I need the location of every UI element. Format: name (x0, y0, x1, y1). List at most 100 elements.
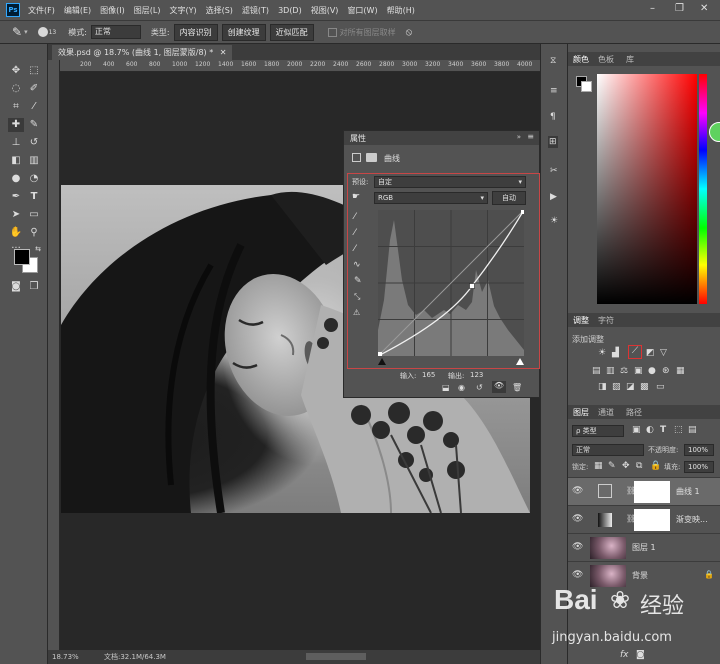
color-balance-icon[interactable]: ⚖ (620, 366, 628, 376)
tab-paths[interactable]: 路径 (626, 407, 642, 418)
gradient-map-icon[interactable]: ▭ (656, 382, 665, 392)
tab-layers[interactable]: 图层 (573, 407, 589, 418)
eye-icon[interactable]: 👁 (572, 542, 583, 552)
invert-icon[interactable]: ◨ (598, 382, 607, 392)
clip-to-layer-icon[interactable]: ⬓ (442, 383, 450, 392)
lightbulb-icon[interactable]: ☀ (550, 216, 558, 226)
curves-adjustment-icon[interactable] (352, 153, 361, 162)
sample-all-checkbox[interactable] (327, 27, 337, 37)
filter-adjust-icon[interactable]: ◐ (646, 425, 654, 435)
auto-button[interactable]: 自动 (492, 191, 526, 205)
brush-preview-icon[interactable] (37, 27, 48, 37)
document-tab[interactable]: 效果.psd @ 18.7% (曲线 1, 图层蒙版/8) * ✕ (52, 45, 233, 60)
layer-row[interactable]: 👁 图层 1 (568, 533, 720, 561)
menu-3d[interactable]: 3D(D) (278, 6, 302, 15)
tab-adjustments[interactable]: 调整 (573, 315, 589, 326)
gradient-tool-icon[interactable]: ▥ (26, 154, 42, 168)
filter-type-icon[interactable]: T (660, 425, 666, 435)
output-value[interactable]: 123 (470, 371, 483, 379)
mask-icon[interactable] (366, 153, 377, 162)
blend-mode-select[interactable]: 正常 (572, 444, 644, 456)
minimize-button[interactable]: – (650, 3, 655, 14)
color-bg-swatch[interactable] (581, 81, 592, 92)
target-adjust-icon[interactable]: ☛ (352, 192, 360, 202)
move-tool-icon[interactable]: ✥ (8, 64, 24, 78)
properties-icon[interactable]: ⊞ (548, 136, 558, 148)
smooth-icon[interactable]: ⤡ (354, 292, 360, 302)
menu-select[interactable]: 选择(S) (206, 5, 233, 16)
photo-filter-icon[interactable]: ● (648, 366, 656, 376)
filter-smart-icon[interactable]: ▤ (688, 425, 697, 435)
menu-help[interactable]: 帮助(H) (387, 5, 415, 16)
curve-point-icon[interactable]: ∿ (353, 260, 361, 270)
create-texture-button[interactable]: 创建纹理 (221, 23, 266, 41)
layer-mask-thumbnail[interactable] (634, 481, 670, 503)
selective-color-icon[interactable]: ▩ (640, 382, 649, 392)
screen-mode-icon[interactable]: ❒ (26, 280, 42, 294)
filter-pixel-icon[interactable]: ▣ (632, 425, 641, 435)
menu-edit[interactable]: 编辑(E) (64, 5, 91, 16)
content-aware-button[interactable]: 内容识别 (173, 23, 218, 41)
levels-icon[interactable]: ▟ (612, 348, 619, 358)
menu-file[interactable]: 文件(F) (28, 5, 55, 16)
tab-libraries[interactable]: 库 (626, 54, 634, 65)
lock-pixels-icon[interactable]: ✎ (608, 461, 616, 471)
white-point-eyedropper-icon[interactable]: ⁄ (354, 244, 356, 254)
eye-icon[interactable]: 👁 (572, 486, 583, 496)
menu-filter[interactable]: 滤镜(T) (242, 5, 269, 16)
paragraph-icon[interactable]: ¶ (550, 112, 556, 122)
doc-info[interactable]: 文档:32.1M/64.3M (104, 650, 166, 664)
lock-transparent-icon[interactable]: ▦ (594, 461, 603, 471)
healing-tool-icon[interactable]: ✚ (8, 118, 24, 132)
healing-brush-icon[interactable]: ✎ (12, 25, 22, 39)
menu-window[interactable]: 窗口(W) (347, 5, 377, 16)
gradient-map-triangle-icon[interactable]: ▽ (660, 348, 667, 358)
quick-select-icon[interactable]: ✐ (26, 82, 42, 96)
mode-select[interactable]: 正常 (90, 25, 141, 39)
opacity-input[interactable]: 100% (684, 444, 714, 456)
visibility-icon[interactable]: 👁 (492, 381, 506, 393)
swap-colors-icon[interactable]: ⇆ (30, 242, 46, 256)
lock-artboard-icon[interactable]: ⧉ (636, 461, 642, 471)
marquee-tool-icon[interactable]: ⬚ (26, 64, 42, 78)
trash-icon[interactable]: 🗑 (512, 383, 522, 392)
black-point-eyedropper-icon[interactable]: ⁄ (354, 212, 356, 222)
curves-graph[interactable] (377, 209, 525, 357)
hue-slider[interactable] (699, 74, 707, 304)
quick-mask-icon[interactable]: ◙ (8, 280, 24, 294)
filter-shape-icon[interactable]: ⬚ (674, 425, 683, 435)
pencil-icon[interactable]: ✎ (354, 276, 362, 286)
foreground-swatch[interactable] (14, 249, 30, 265)
eye-icon[interactable]: 👁 (572, 514, 583, 524)
tab-color[interactable]: 颜色 (573, 54, 589, 65)
channel-mixer-icon[interactable]: ⊛ (662, 366, 670, 376)
pen-tool-icon[interactable]: ✒ (8, 190, 24, 204)
gray-point-eyedropper-icon[interactable]: ⁄ (354, 228, 356, 238)
color-lookup-icon[interactable]: ▦ (676, 366, 685, 376)
zoom-readout[interactable]: 18.73% (52, 650, 79, 664)
history-brush-icon[interactable]: ↺ (26, 136, 42, 150)
collapse-icon[interactable]: » (517, 133, 521, 141)
layer-row[interactable]: 👁 ⛓ 渐变映... (568, 505, 720, 533)
panel-menu-icon[interactable]: ≡ (527, 132, 534, 141)
curves-icon[interactable]: ⟋ (628, 345, 642, 359)
input-value[interactable]: 165 (422, 371, 435, 379)
exposure-icon[interactable]: ◩ (646, 348, 655, 358)
crop-tool-icon[interactable]: ⌗ (8, 100, 24, 114)
layer-name[interactable]: 曲线 1 (676, 486, 700, 497)
layer-mask-thumbnail[interactable] (634, 509, 670, 531)
input-slider[interactable] (378, 357, 524, 365)
close-tab-icon[interactable]: ✕ (220, 48, 227, 57)
lock-position-icon[interactable]: ✥ (622, 461, 630, 471)
eyedropper-tool-icon[interactable]: ⁄ (26, 100, 42, 114)
color-picker-field[interactable] (597, 74, 697, 304)
lasso-tool-icon[interactable]: ◌ (8, 82, 24, 96)
proximity-match-button[interactable]: 近似匹配 (269, 23, 314, 41)
posterize-icon[interactable]: ▨ (612, 382, 621, 392)
menu-view[interactable]: 视图(V) (311, 5, 339, 16)
tab-channels[interactable]: 通道 (598, 407, 614, 418)
dodge-tool-icon[interactable]: ◔ (26, 172, 42, 186)
channel-select[interactable]: RGB ▾ (374, 192, 488, 204)
tab-swatches[interactable]: 色板 (598, 54, 614, 65)
brightness-icon[interactable]: ☀ (598, 348, 606, 358)
